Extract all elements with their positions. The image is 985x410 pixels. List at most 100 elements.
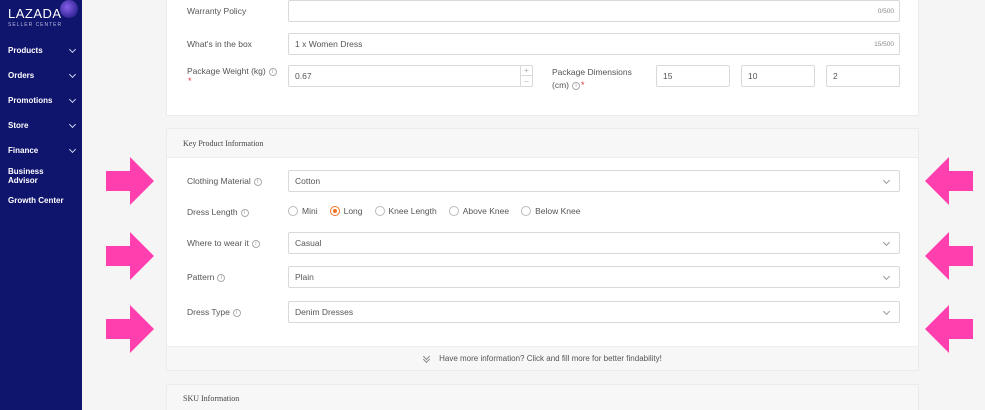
dress-type-label-group: Dress Type i bbox=[187, 307, 241, 317]
sidebar-item-label: Business Advisor bbox=[8, 166, 44, 185]
radio-label: Above Knee bbox=[462, 206, 510, 216]
brand-name: LAZADA bbox=[8, 6, 62, 21]
sku-info-panel: SKU Information bbox=[166, 384, 919, 410]
radio-above-knee[interactable]: Above Knee bbox=[448, 206, 510, 216]
package-height-input[interactable]: 2 bbox=[826, 65, 900, 87]
info-icon[interactable]: i bbox=[217, 274, 226, 282]
radio-mini[interactable]: Mini bbox=[288, 206, 318, 216]
radio-label: Knee Length bbox=[388, 206, 437, 216]
info-icon[interactable]: i bbox=[251, 240, 260, 248]
chevron-down-icon bbox=[68, 120, 77, 128]
radio-circle-icon bbox=[374, 206, 385, 216]
sidebar-nav: Products Orders Promotions Store Finance… bbox=[0, 38, 82, 213]
radio-label: Mini bbox=[302, 206, 318, 216]
more-info-toggle[interactable]: Have more information? Click and fill mo… bbox=[167, 346, 918, 370]
sidebar-item-label: Store bbox=[8, 121, 29, 130]
logo-swoosh-icon bbox=[60, 0, 78, 18]
sidebar-item-growth-center[interactable]: Growth Center bbox=[0, 188, 82, 213]
sidebar: LAZADA SELLER CENTER Products Orders Pro… bbox=[0, 0, 82, 410]
clothing-material-select[interactable]: Cotton bbox=[288, 170, 900, 192]
arrow-right-icon bbox=[106, 305, 154, 353]
panel-title: SKU Information bbox=[183, 393, 240, 403]
chevron-down-icon bbox=[882, 307, 891, 316]
package-width-value: 10 bbox=[748, 71, 758, 81]
whats-in-box-input[interactable]: 1 x Women Dress 15/500 bbox=[288, 33, 900, 55]
increment-button[interactable]: + bbox=[521, 66, 532, 76]
info-icon[interactable]: i bbox=[253, 178, 262, 186]
sidebar-item-label: Promotions bbox=[8, 96, 53, 105]
sidebar-item-promotions[interactable]: Promotions bbox=[0, 88, 82, 113]
sidebar-item-finance[interactable]: Finance bbox=[0, 138, 82, 163]
clothing-material-value: Cotton bbox=[295, 176, 321, 186]
info-icon[interactable]: i bbox=[232, 309, 241, 317]
sku-info-header: SKU Information bbox=[167, 385, 918, 410]
info-icon[interactable]: i bbox=[240, 209, 249, 217]
sidebar-item-label: Orders bbox=[8, 71, 35, 80]
radio-long[interactable]: Long bbox=[329, 206, 363, 216]
chevron-down-icon bbox=[68, 70, 77, 78]
required-marker: * bbox=[188, 76, 192, 86]
package-length-value: 15 bbox=[663, 71, 673, 81]
clothing-material-label: Clothing Material bbox=[187, 176, 251, 186]
radio-knee-length[interactable]: Knee Length bbox=[374, 206, 437, 216]
package-weight-stepper: + − bbox=[520, 66, 532, 86]
double-chevron-down-icon bbox=[423, 355, 431, 363]
required-marker: * bbox=[581, 80, 585, 90]
sidebar-item-products[interactable]: Products bbox=[0, 38, 82, 63]
package-length-input[interactable]: 15 bbox=[656, 65, 730, 87]
chevron-down-icon bbox=[882, 238, 891, 247]
sidebar-item-store[interactable]: Store bbox=[0, 113, 82, 138]
where-to-wear-label: Where to wear it bbox=[187, 238, 249, 248]
clothing-material-label-group: Clothing Material i bbox=[187, 176, 262, 186]
chevron-down-icon bbox=[68, 45, 77, 53]
where-to-wear-select[interactable]: Casual bbox=[288, 232, 900, 254]
package-dimensions-label-group: Package Dimensions (cm) i * bbox=[552, 66, 632, 92]
info-icon[interactable]: i bbox=[268, 68, 277, 76]
dress-length-label: Dress Length bbox=[187, 207, 238, 217]
chevron-down-icon bbox=[882, 272, 891, 281]
sidebar-item-business-advisor[interactable]: Business Advisor bbox=[0, 163, 82, 188]
pattern-label-group: Pattern i bbox=[187, 272, 226, 282]
radio-label: Long bbox=[343, 206, 363, 216]
pattern-label: Pattern bbox=[187, 272, 215, 282]
package-width-input[interactable]: 10 bbox=[741, 65, 815, 87]
arrow-left-icon bbox=[925, 232, 973, 280]
sidebar-item-label: Products bbox=[8, 46, 43, 55]
warranty-policy-label: Warranty Policy bbox=[187, 6, 247, 16]
warranty-policy-counter: 0/500 bbox=[877, 7, 894, 15]
dress-type-select[interactable]: Denim Dresses bbox=[288, 301, 900, 323]
package-weight-value: 0.67 bbox=[295, 71, 312, 81]
brand-subtitle: SELLER CENTER bbox=[8, 22, 63, 28]
dress-length-label-group: Dress Length i bbox=[187, 207, 249, 217]
arrow-right-icon bbox=[106, 157, 154, 205]
whats-in-box-value: 1 x Women Dress bbox=[295, 39, 363, 49]
panel-title: Key Product Information bbox=[183, 138, 264, 148]
warranty-policy-input[interactable]: 0/500 bbox=[288, 0, 900, 22]
arrow-left-icon bbox=[925, 157, 973, 205]
lazada-logo[interactable]: LAZADA SELLER CENTER bbox=[8, 6, 62, 28]
sidebar-item-label: Finance bbox=[8, 146, 39, 155]
package-weight-input[interactable]: 0.67 + − bbox=[288, 65, 533, 87]
package-info-panel: Warranty Policy 0/500 What's in the box … bbox=[166, 0, 919, 116]
dress-type-label: Dress Type bbox=[187, 307, 230, 317]
key-product-info-header: Key Product Information bbox=[167, 129, 918, 158]
chevron-down-icon bbox=[68, 95, 77, 103]
package-dimensions-unit: (cm) bbox=[552, 80, 569, 90]
dress-type-value: Denim Dresses bbox=[295, 307, 354, 317]
radio-circle-icon bbox=[521, 206, 532, 216]
radio-checked-icon bbox=[329, 206, 340, 216]
chevron-down-icon bbox=[68, 145, 77, 153]
where-to-wear-value: Casual bbox=[295, 238, 322, 248]
radio-circle-icon bbox=[448, 206, 459, 216]
info-icon[interactable]: i bbox=[572, 82, 580, 90]
arrow-right-icon bbox=[106, 232, 154, 280]
decrement-button[interactable]: − bbox=[521, 76, 532, 86]
whats-in-box-counter: 15/500 bbox=[874, 40, 894, 48]
radio-below-knee[interactable]: Below Knee bbox=[521, 206, 580, 216]
sidebar-item-orders[interactable]: Orders bbox=[0, 63, 82, 88]
sidebar-item-label: Growth Center bbox=[8, 196, 64, 205]
radio-label: Below Knee bbox=[535, 206, 581, 216]
pattern-select[interactable]: Plain bbox=[288, 266, 900, 288]
package-weight-label-group: Package Weight (kg) i * bbox=[187, 66, 277, 86]
chevron-down-icon bbox=[882, 176, 891, 185]
